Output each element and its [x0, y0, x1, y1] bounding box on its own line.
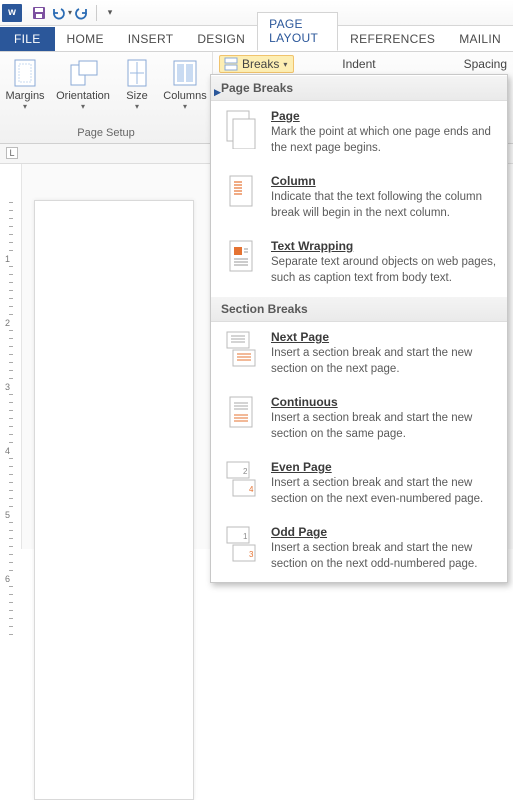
option-title: Page [271, 109, 497, 123]
text-wrapping-icon [225, 239, 259, 275]
tab-file[interactable]: FILE [0, 27, 55, 51]
option-description: Separate text around objects on web page… [271, 255, 497, 286]
chevron-down-icon: ▾ [283, 60, 287, 69]
tab-mailings[interactable]: MAILIN [447, 27, 513, 51]
chevron-down-icon: ▾ [23, 104, 27, 110]
continuous-icon [225, 395, 259, 431]
break-option-page[interactable]: ▶PageMark the point at which one page en… [211, 101, 507, 166]
break-option-even-page[interactable]: 24 Even Page Insert a section break and st… [211, 452, 507, 517]
spacing-label: Spacing [464, 57, 507, 71]
page[interactable] [34, 200, 194, 800]
save-button[interactable] [28, 2, 50, 24]
columns-button[interactable]: Columns ▾ [162, 56, 208, 110]
svg-text:2: 2 [243, 467, 248, 476]
chevron-down-icon: ▾ [81, 104, 85, 110]
option-title: Continuous [271, 395, 497, 409]
break-option-column[interactable]: Column Indicate that the text following t… [211, 166, 507, 231]
indicator-arrow-icon: ▶ [214, 87, 221, 98]
orientation-icon [68, 59, 98, 87]
svg-text:3: 3 [249, 550, 254, 559]
tab-home[interactable]: HOME [55, 27, 116, 51]
margins-button[interactable]: Margins ▾ [4, 56, 46, 110]
redo-button[interactable] [72, 2, 94, 24]
option-description: Insert a section break and start the new… [271, 411, 497, 442]
breaks-icon [224, 57, 238, 71]
option-description: Insert a section break and start the new… [271, 346, 497, 377]
option-title: Text Wrapping [271, 239, 497, 253]
option-title: Odd Page [271, 525, 497, 539]
undo-button[interactable]: ▾ [50, 2, 72, 24]
even-page-icon: 24 [225, 460, 259, 496]
chevron-down-icon: ▾ [108, 7, 113, 18]
word-logo-icon: w [2, 4, 22, 22]
break-option-text-wrapping[interactable]: Text Wrapping Separate text around object… [211, 231, 507, 296]
next-page-icon [225, 330, 259, 366]
breaks-dropdown: Page Breaks▶PageMark the point at which … [210, 74, 508, 583]
option-description: Indicate that the text following the col… [271, 190, 497, 221]
chevron-down-icon: ▾ [135, 104, 139, 110]
margins-label: Margins [5, 90, 44, 102]
group-page-setup: Margins ▾ Orientation ▾ Size ▾ Columns ▾… [0, 52, 213, 143]
page-icon [225, 109, 259, 145]
ribbon: Margins ▾ Orientation ▾ Size ▾ Columns ▾… [0, 52, 513, 144]
svg-text:4: 4 [249, 485, 254, 494]
orientation-label: Orientation [56, 90, 110, 102]
redo-icon [75, 6, 91, 20]
indent-label: Indent [342, 57, 375, 71]
ribbon-tabs: FILE HOME INSERT DESIGN PAGE LAYOUT REFE… [0, 26, 513, 52]
columns-label: Columns [163, 90, 206, 102]
odd-page-icon: 13 [225, 525, 259, 561]
qat-customize-button[interactable]: ▾ [99, 2, 121, 24]
undo-icon [50, 6, 67, 20]
group-label-page-setup: Page Setup [77, 127, 135, 141]
option-description: Insert a section break and start the new… [271, 476, 497, 507]
dropdown-header: Section Breaks [211, 296, 507, 322]
save-icon [32, 6, 46, 20]
option-title: Next Page [271, 330, 497, 344]
orientation-button[interactable]: Orientation ▾ [54, 56, 112, 110]
tab-selector[interactable]: L [6, 147, 18, 159]
tab-insert[interactable]: INSERT [116, 27, 186, 51]
columns-icon [172, 59, 198, 87]
vertical-ruler[interactable]: 123456 [0, 164, 22, 549]
option-description: Insert a section break and start the new… [271, 541, 497, 572]
size-label: Size [126, 90, 147, 102]
size-icon [126, 58, 148, 88]
margins-icon [12, 58, 38, 88]
break-option-continuous[interactable]: Continuous Insert a section break and sta… [211, 387, 507, 452]
chevron-down-icon: ▾ [183, 104, 187, 110]
option-title: Column [271, 174, 497, 188]
tab-design[interactable]: DESIGN [185, 27, 257, 51]
option-title: Even Page [271, 460, 497, 474]
break-option-next-page[interactable]: ▶Next PageInsert a section break and sta… [211, 322, 507, 387]
tab-page-layout[interactable]: PAGE LAYOUT [257, 12, 338, 51]
column-icon [225, 174, 259, 210]
tab-references[interactable]: REFERENCES [338, 27, 447, 51]
separator [96, 5, 97, 21]
breaks-label: Breaks [242, 57, 279, 71]
breaks-button[interactable]: Breaks ▾ [219, 55, 294, 73]
svg-text:1: 1 [243, 532, 248, 541]
size-button[interactable]: Size ▾ [120, 56, 154, 110]
option-description: Mark the point at which one page ends an… [271, 125, 497, 156]
break-option-odd-page[interactable]: 13 Odd Page Insert a section break and sta… [211, 517, 507, 582]
dropdown-header: Page Breaks [211, 75, 507, 101]
